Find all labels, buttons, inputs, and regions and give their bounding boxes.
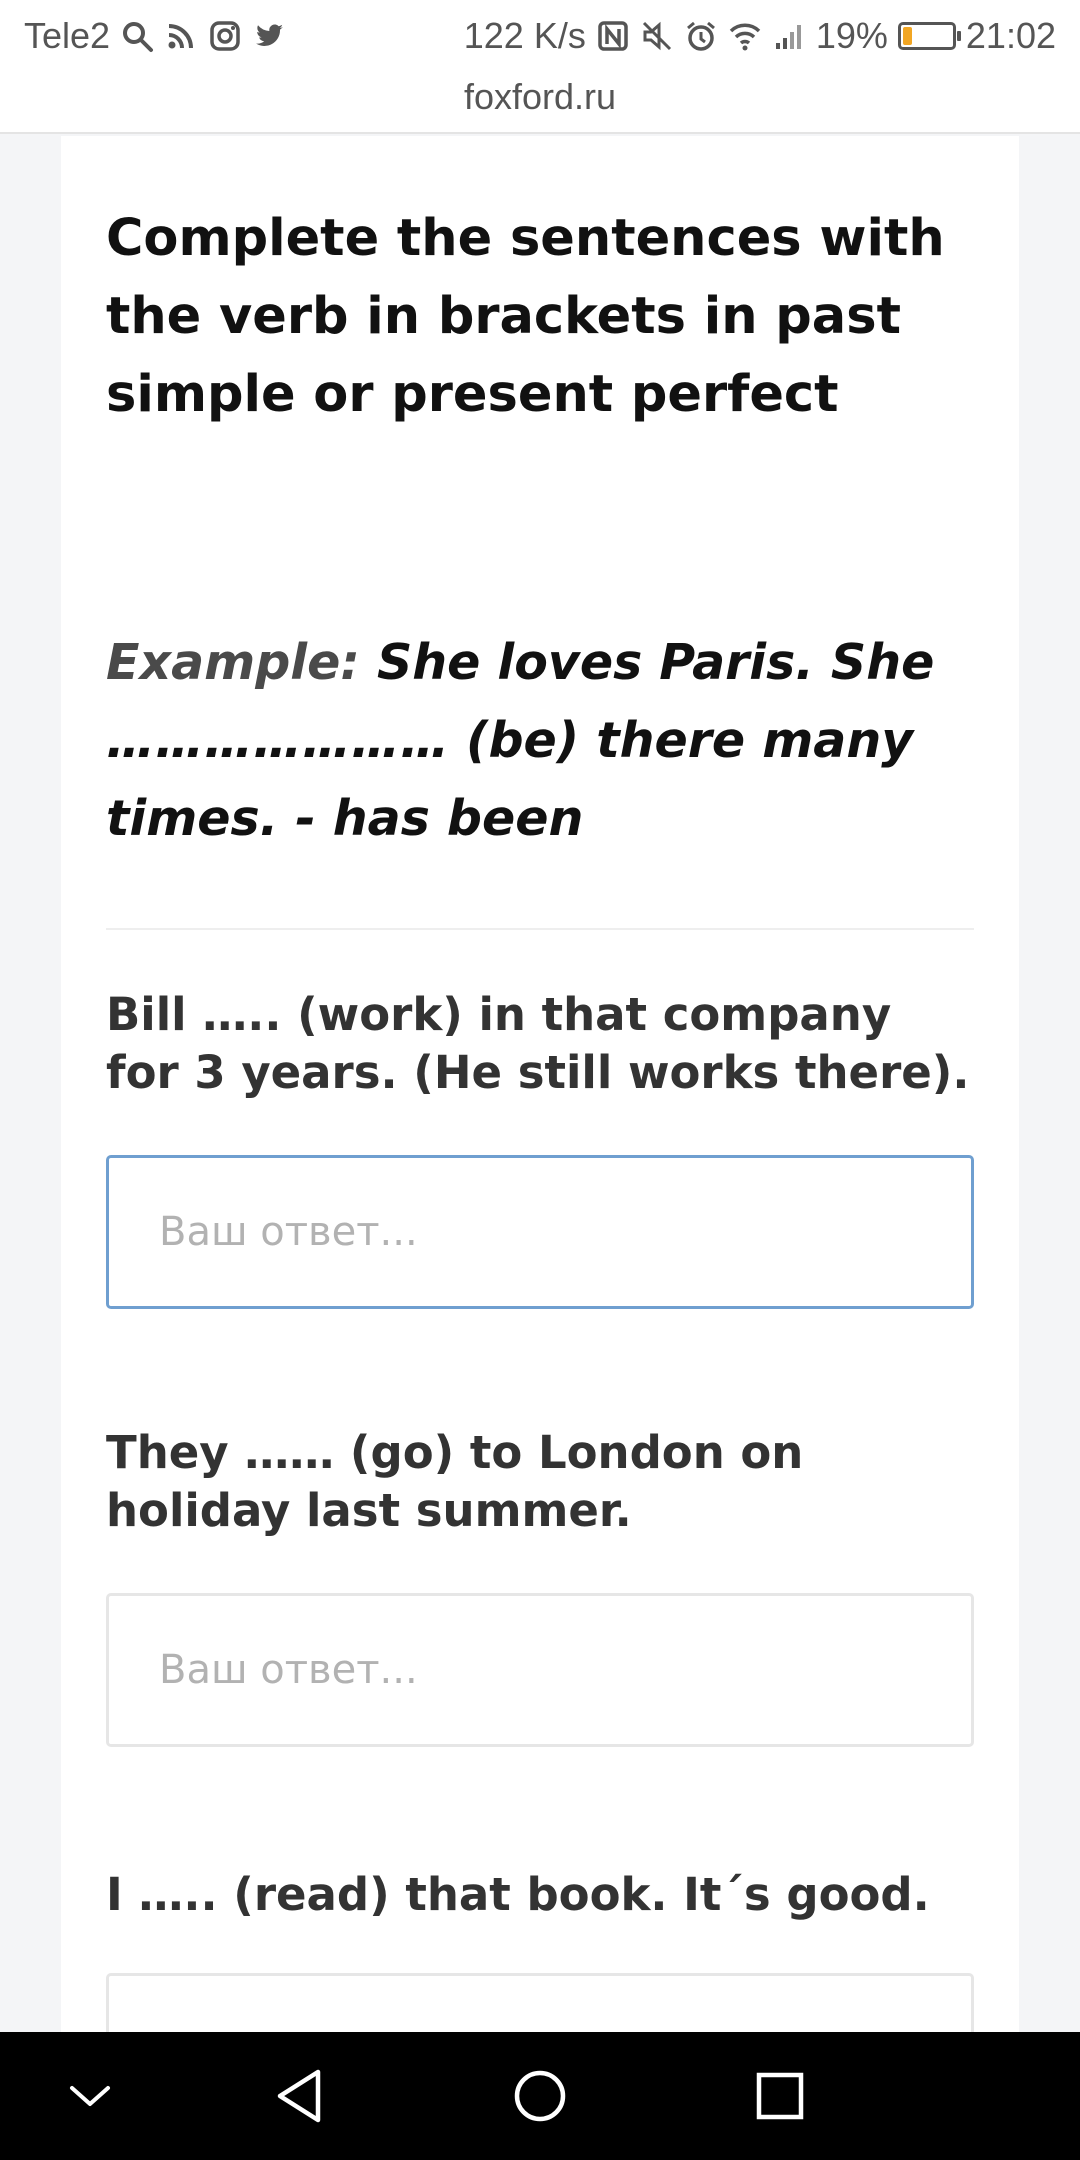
- answer-input-1[interactable]: [106, 1155, 974, 1309]
- question-1: Bill ….. (work) in that company for 3 ye…: [106, 988, 970, 1099]
- url-bar[interactable]: foxford.ru: [0, 76, 1080, 118]
- alarm-icon: [684, 19, 718, 53]
- battery-percent: 19%: [815, 15, 888, 56]
- battery-icon: [897, 22, 961, 50]
- example-block: Example: She loves Paris. She ………………… (b…: [106, 624, 974, 858]
- search-icon: [120, 19, 154, 53]
- browser-header: Tele2 122 K/s 19% 21:02 foxford.ru: [0, 0, 1080, 134]
- status-bar: Tele2 122 K/s 19% 21:02: [0, 0, 1080, 72]
- question-2: They …… (go) to London on holiday last s…: [106, 1426, 804, 1537]
- chevron-down-icon[interactable]: [50, 2056, 130, 2136]
- divider: [106, 928, 974, 930]
- rss-icon: [164, 19, 198, 53]
- home-icon[interactable]: [500, 2056, 580, 2136]
- battery-level: [902, 27, 912, 45]
- instagram-icon: [208, 19, 242, 53]
- signal-icon: [772, 19, 806, 53]
- mute-icon: [640, 19, 674, 53]
- recents-icon[interactable]: [740, 2056, 820, 2136]
- network-speed: 122 K/s: [463, 15, 586, 56]
- android-nav-bar: [0, 2032, 1080, 2160]
- wifi-icon: [728, 19, 762, 53]
- clock: 21:02: [965, 15, 1056, 56]
- back-icon[interactable]: [260, 2056, 340, 2136]
- exercise-title: Complete the sentences with the verb in …: [106, 209, 945, 424]
- example-label: Example:: [106, 634, 360, 691]
- question-3: I ….. (read) that book. It´s good.: [106, 1868, 930, 1921]
- carrier-name: Tele2: [24, 15, 111, 56]
- exercise-card: Complete the sentences with the verb in …: [61, 136, 1019, 2127]
- answer-input-2[interactable]: [106, 1593, 974, 1747]
- status-bar-right: 122 K/s 19% 21:02: [463, 15, 1056, 56]
- nfc-icon: [596, 19, 630, 53]
- twitter-icon: [252, 19, 286, 53]
- status-bar-left: Tele2: [24, 15, 286, 56]
